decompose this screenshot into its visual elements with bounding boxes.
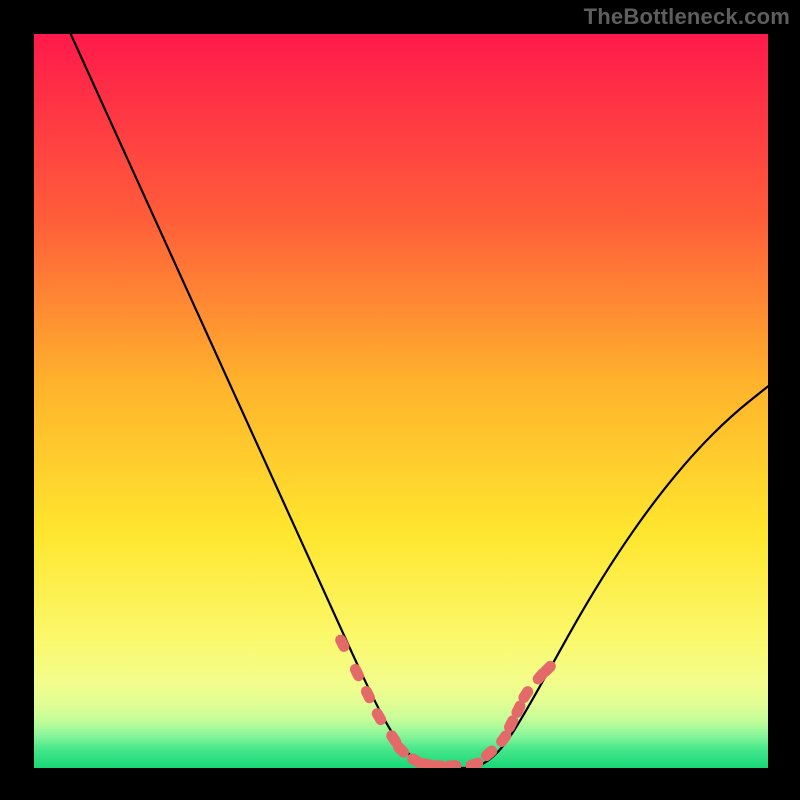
bottleneck-chart (34, 34, 768, 768)
plot-background (34, 34, 768, 768)
chart-container: TheBottleneck.com (0, 0, 800, 800)
watermark-text: TheBottleneck.com (584, 4, 790, 30)
